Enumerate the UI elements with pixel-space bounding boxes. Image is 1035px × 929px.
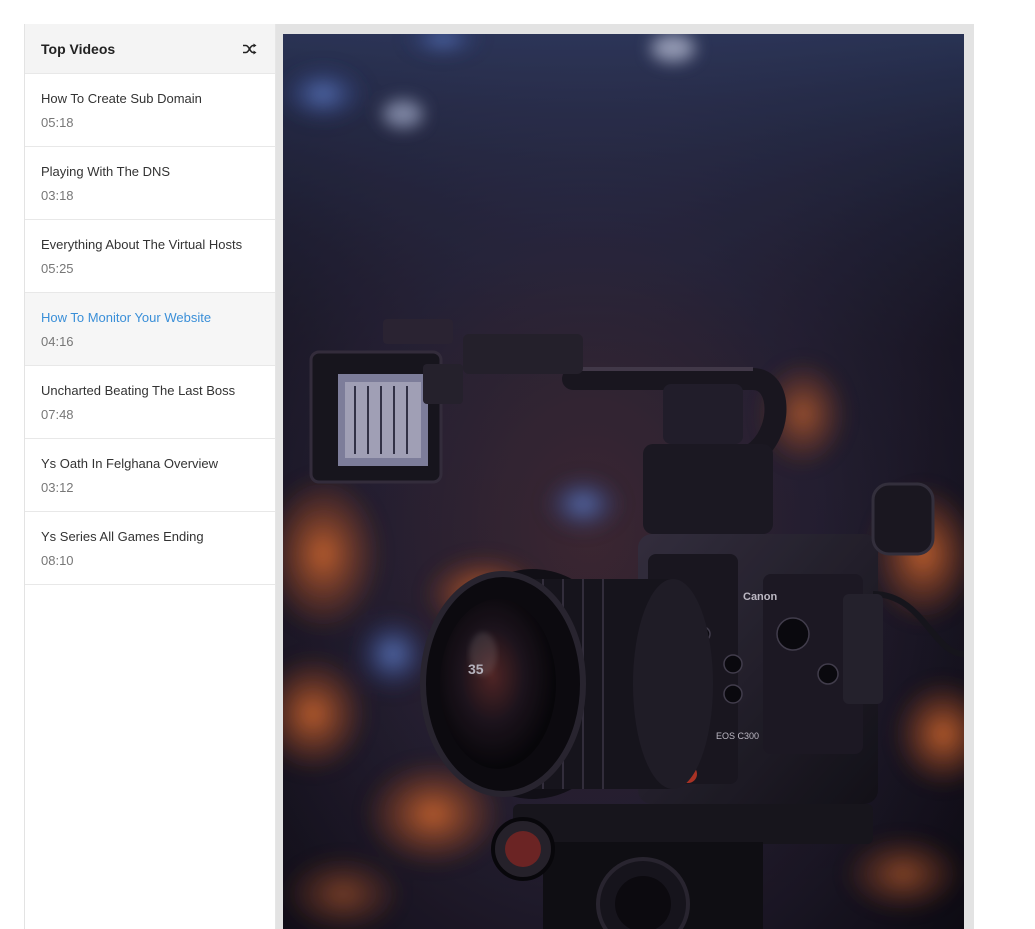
video-list-item[interactable]: Ys Series All Games Ending 08:10: [25, 512, 275, 585]
video-title[interactable]: How To Monitor Your Website: [41, 309, 259, 327]
video-list-item-active[interactable]: How To Monitor Your Website 04:16: [25, 293, 275, 366]
video-title[interactable]: Everything About The Virtual Hosts: [41, 236, 259, 254]
video-title[interactable]: Ys Series All Games Ending: [41, 528, 259, 546]
shuffle-icon[interactable]: [241, 40, 259, 58]
video-duration: 05:18: [41, 115, 74, 130]
video-title[interactable]: Uncharted Beating The Last Boss: [41, 382, 259, 400]
video-duration: 03:12: [41, 480, 74, 495]
video-list-item[interactable]: Uncharted Beating The Last Boss 07:48: [25, 366, 275, 439]
video-title[interactable]: Playing With The DNS: [41, 163, 259, 181]
video-player[interactable]: Canon EOS C300 4K: [283, 34, 964, 929]
video-list-item[interactable]: How To Create Sub Domain 05:18: [25, 74, 275, 147]
video-list-item[interactable]: Playing With The DNS 03:18: [25, 147, 275, 220]
video-duration: 08:10: [41, 553, 74, 568]
video-thumbnail-camera: Canon EOS C300 4K: [283, 34, 964, 929]
video-duration: 03:18: [41, 188, 74, 203]
video-list-item[interactable]: Ys Oath In Felghana Overview 03:12: [25, 439, 275, 512]
video-playlist-widget: Top Videos How To Create Sub Domain 05:1…: [24, 24, 974, 929]
video-duration: 04:16: [41, 334, 74, 349]
video-duration: 05:25: [41, 261, 74, 276]
video-title[interactable]: Ys Oath In Felghana Overview: [41, 455, 259, 473]
playlist-header: Top Videos: [25, 24, 275, 74]
playlist-sidebar: Top Videos How To Create Sub Domain 05:1…: [25, 24, 276, 929]
video-list-item[interactable]: Everything About The Virtual Hosts 05:25: [25, 220, 275, 293]
video-title[interactable]: How To Create Sub Domain: [41, 90, 259, 108]
video-list: How To Create Sub Domain 05:18 Playing W…: [25, 74, 275, 585]
video-duration: 07:48: [41, 407, 74, 422]
playlist-title: Top Videos: [41, 40, 116, 57]
